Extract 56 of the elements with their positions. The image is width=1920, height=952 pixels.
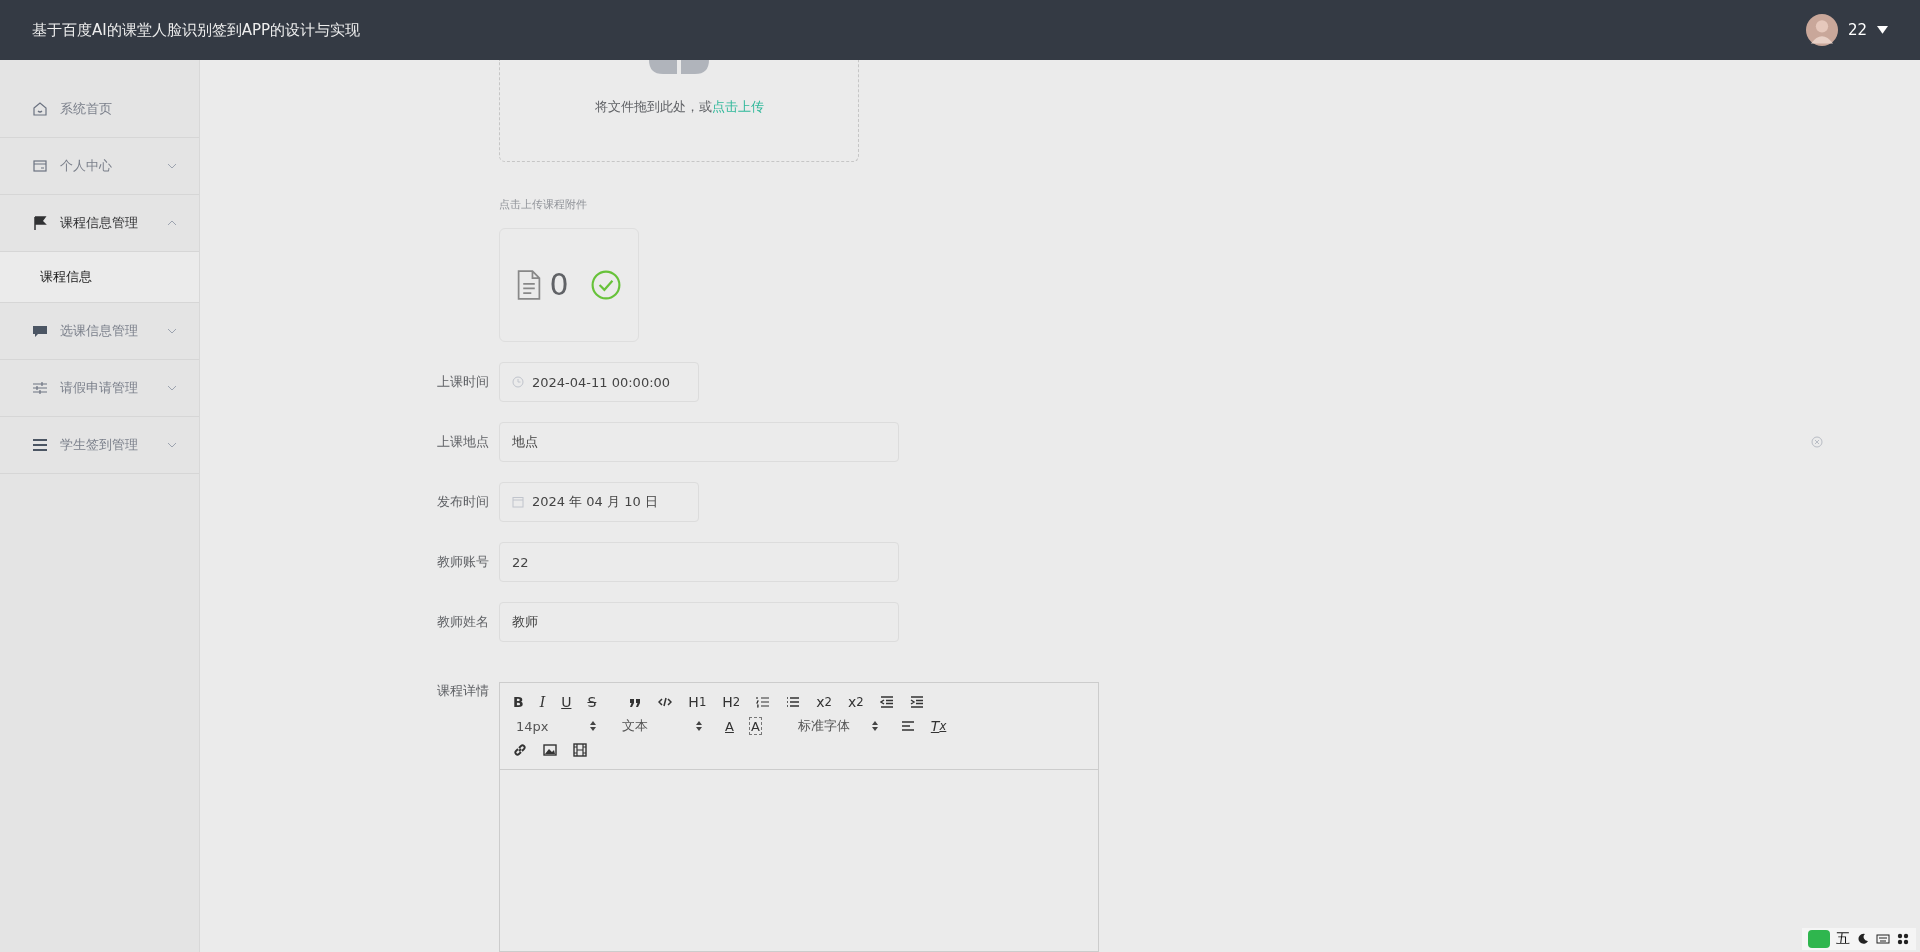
- clock-icon: [512, 376, 524, 388]
- upload-icon: [649, 60, 709, 74]
- text-field[interactable]: 地点: [499, 422, 899, 462]
- ul-icon: [786, 695, 801, 709]
- home-icon: [32, 101, 48, 117]
- indent-icon: [909, 695, 924, 709]
- caret-icon[interactable]: [1877, 25, 1888, 35]
- list-icon: [32, 437, 48, 453]
- toolbar-button[interactable]: S: [584, 691, 600, 713]
- ime-logo-icon: [1808, 930, 1830, 948]
- toolbar-button[interactable]: A: [746, 715, 764, 737]
- file-count: 0: [549, 267, 569, 303]
- avatar[interactable]: [1805, 14, 1838, 46]
- moon-icon[interactable]: [1856, 933, 1870, 945]
- link-icon: [513, 743, 527, 757]
- updown-icon: [871, 721, 878, 731]
- field-label: 教师账号: [436, 553, 489, 571]
- upload-hint: 点击上传课程附件: [499, 196, 588, 212]
- image-icon: [543, 743, 557, 757]
- keyboard-icon[interactable]: [1876, 933, 1890, 945]
- grid-icon[interactable]: [1896, 933, 1910, 945]
- card-icon: [32, 158, 48, 174]
- submenu-item[interactable]: 课程信息: [0, 252, 199, 303]
- outdent-icon: [879, 695, 894, 709]
- ol-icon: [756, 695, 771, 709]
- updown-icon: [590, 721, 596, 731]
- field-label: 上课地点: [436, 433, 489, 451]
- align-icon: [900, 719, 915, 733]
- toolbar-select[interactable]: 文本: [616, 715, 708, 737]
- datetime-picker[interactable]: 2024-04-11 00:00:00: [499, 362, 699, 402]
- upload-instructions: 将文件拖到此处，或点击上传: [594, 98, 764, 116]
- toolbar-select[interactable]: 标准字体: [791, 715, 884, 737]
- user-name[interactable]: 22: [1847, 21, 1867, 39]
- sliders-icon: [32, 380, 48, 396]
- field-label: 教师姓名: [436, 613, 489, 631]
- toolbar-button[interactable]: U: [558, 691, 575, 713]
- upload-dropzone[interactable]: 将文件拖到此处，或点击上传: [499, 60, 859, 162]
- field-label: 上课时间: [436, 373, 489, 391]
- text-field[interactable]: 22: [499, 542, 899, 582]
- code-icon: [658, 695, 673, 709]
- toolbar-button[interactable]: B: [510, 691, 527, 713]
- toolbar-select[interactable]: 14px: [510, 715, 602, 737]
- chat-icon: [32, 323, 48, 339]
- video-icon: [573, 743, 587, 757]
- input-mode[interactable]: 五: [1836, 930, 1850, 948]
- date-picker[interactable]: 2024 年 04 月 10 日: [499, 482, 699, 522]
- toolbar-button[interactable]: I: [536, 691, 549, 713]
- app-title: 基于百度AI的课堂人脸识别签到APP的设计与实现: [32, 20, 361, 40]
- flag-icon: [32, 215, 48, 231]
- field-label: 发布时间: [436, 493, 489, 511]
- toolbar-button[interactable]: A: [722, 715, 737, 737]
- text-field[interactable]: 教师: [499, 602, 899, 642]
- calendar-icon: [512, 496, 524, 508]
- updown-icon: [696, 721, 702, 731]
- field-label: 课程详情: [436, 682, 489, 700]
- document-icon: [517, 269, 542, 300]
